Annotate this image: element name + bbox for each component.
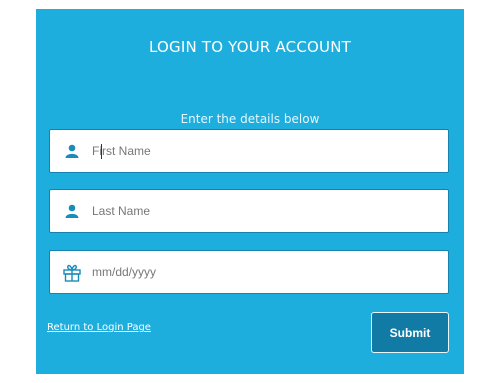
form-subtitle: Enter the details below <box>180 112 320 126</box>
user-icon <box>62 201 82 221</box>
return-to-login-link[interactable]: Return to Login Page <box>47 322 151 333</box>
login-panel: LOGIN TO YOUR ACCOUNT Enter the details … <box>36 9 464 374</box>
text-cursor <box>101 144 102 159</box>
birthdate-field[interactable] <box>49 250 449 294</box>
birthdate-input[interactable] <box>92 265 422 279</box>
user-icon <box>62 141 82 161</box>
last-name-input[interactable] <box>92 204 422 218</box>
first-name-input[interactable] <box>92 144 422 158</box>
form-title: LOGIN TO YOUR ACCOUNT <box>148 38 352 56</box>
last-name-field[interactable] <box>49 189 449 233</box>
first-name-field[interactable] <box>49 129 449 173</box>
submit-button[interactable]: Submit <box>371 312 449 353</box>
gift-icon <box>62 262 82 282</box>
